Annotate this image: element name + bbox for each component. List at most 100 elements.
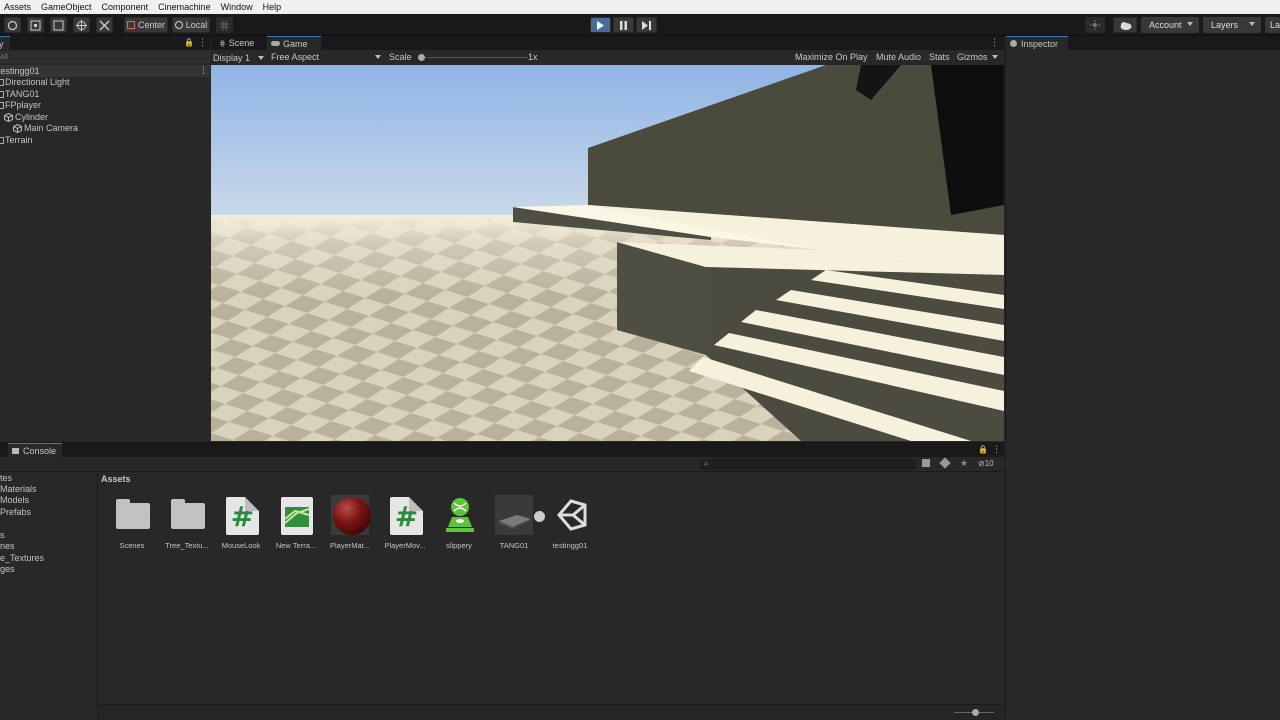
custom-tool-button[interactable] (96, 17, 113, 33)
folder-tree-item[interactable]: s (0, 530, 5, 540)
eye-slash-icon: ⊘ (978, 459, 985, 468)
asset-item-tang01[interactable]: TANG01 (487, 495, 545, 555)
hierarchy-item-label: TANG01 (5, 89, 40, 99)
menu-gameobject[interactable]: GameObject (41, 2, 92, 12)
menu-assets[interactable]: Assets (4, 2, 31, 12)
menu-component[interactable]: Component (102, 2, 149, 12)
menu-cinemachine[interactable]: Cinemachine (158, 2, 211, 12)
account-dropdown[interactable]: Account (1141, 17, 1199, 33)
hierarchy-tabbar: y 🔒 ⋮ (0, 36, 210, 50)
lock-icon[interactable]: 🔒 (184, 38, 194, 47)
tab-scene[interactable]: ⋕ Scene (215, 36, 258, 50)
aspect-dropdown[interactable]: Free Aspect (271, 52, 381, 63)
info-icon (1010, 40, 1017, 47)
hidden-packages-toggle[interactable]: ⊘10 (978, 459, 994, 468)
play-button[interactable] (590, 17, 611, 33)
chevron-down-icon (1249, 22, 1255, 26)
lock-icon[interactable]: 🔒 (978, 445, 988, 454)
project-search-input[interactable]: ⌕ (700, 459, 916, 470)
more-options-icon[interactable]: ⋮ (990, 37, 999, 48)
game-viewport[interactable] (211, 65, 1004, 441)
scale-tool-button[interactable] (27, 17, 44, 33)
layers-label: Layers (1211, 20, 1239, 30)
hierarchy-item-main-camera[interactable]: Main Camera (13, 122, 78, 134)
scale-slider-thumb[interactable] (418, 54, 425, 61)
folder-icon (171, 499, 205, 529)
asset-item-playermovement[interactable]: # PlayerMov... (378, 495, 432, 555)
hash-icon: ⋕ (219, 38, 226, 48)
rect-tool-button[interactable] (50, 17, 67, 33)
chevron-down-icon (992, 55, 998, 59)
tab-scene-label: Scene (228, 38, 255, 48)
model-icon (499, 515, 531, 529)
layers-dropdown[interactable]: Layers (1203, 17, 1261, 33)
hierarchy-item-directional-light[interactable]: Directional Light (0, 76, 70, 88)
tab-inspector[interactable]: Inspector (1006, 36, 1068, 50)
layout-dropdown[interactable]: La (1265, 17, 1280, 33)
star-icon[interactable]: ★ (960, 458, 968, 469)
tab-hierarchy[interactable]: y (0, 36, 10, 50)
hierarchy-item-label: Cylinder (15, 112, 49, 122)
console-title: Console (23, 445, 57, 456)
hierarchy-item-label: Terrain (5, 135, 33, 145)
project-folder-tree: tes Materials Models Prefabs s nes e_Tex… (0, 473, 98, 720)
cloud-button[interactable] (1113, 17, 1137, 33)
pause-button[interactable] (613, 17, 634, 33)
mute-audio-toggle[interactable]: Mute Audio (876, 52, 921, 62)
menu-window[interactable]: Window (221, 2, 253, 12)
hierarchy-search[interactable]: All (0, 51, 210, 63)
icon-size-slider[interactable] (954, 709, 994, 716)
stats-toggle[interactable]: Stats (929, 52, 950, 62)
folder-tree-item[interactable]: Models (0, 495, 29, 505)
folder-tree-item[interactable]: tes (0, 473, 12, 483)
scale-icon (30, 20, 41, 30)
console-icon (12, 447, 19, 454)
tag-icon[interactable] (939, 457, 951, 469)
pivot-local-button[interactable]: Local (172, 17, 210, 33)
display-label: Display 1 (213, 52, 251, 63)
collab-button[interactable] (1085, 17, 1105, 33)
asset-item-mouselook[interactable]: # MouseLook (214, 495, 268, 555)
gizmos-label: Gizmos (957, 52, 988, 62)
more-options-icon[interactable]: ⋮ (198, 37, 207, 48)
transform-tool-button[interactable] (73, 17, 90, 33)
tab-console[interactable]: Console (8, 443, 62, 457)
hierarchy-item-fpplayer[interactable]: FPplayer (0, 99, 41, 111)
rotate-tool-button[interactable] (4, 17, 21, 33)
more-options-icon[interactable]: ⋮ (992, 444, 1001, 455)
assets-breadcrumb[interactable]: Assets (101, 474, 131, 484)
pivot-icon (126, 21, 135, 29)
scale-slider[interactable] (418, 54, 528, 61)
asset-item-tree-textures[interactable]: Tree_Textu... (160, 495, 214, 555)
cloud-icon (1120, 21, 1131, 30)
game-toolbar: Display 1 Free Aspect Scale 1x Maximize … (211, 50, 1004, 65)
hierarchy-item-terrain[interactable]: Terrain (0, 134, 33, 146)
folder-tree-item[interactable]: ges (0, 564, 15, 574)
icon-size-slider-thumb[interactable] (972, 709, 979, 716)
filter-type-icon[interactable] (922, 459, 930, 467)
gameobject-icon (0, 136, 4, 144)
asset-item-playermaterial[interactable]: PlayerMat... (323, 495, 377, 555)
maximize-on-play-toggle[interactable]: Maximize On Play (795, 52, 868, 62)
step-button[interactable] (636, 17, 657, 33)
menu-help[interactable]: Help (263, 2, 282, 12)
pivot-center-button[interactable]: Center (124, 17, 168, 33)
folder-tree-item[interactable]: Materials (0, 484, 37, 494)
scale-value: 1x (528, 52, 538, 62)
asset-item-scenes[interactable]: Scenes (105, 495, 159, 555)
folder-tree-item[interactable]: Prefabs (0, 507, 31, 517)
console-tabbar: Console 🔒 ⋮ (0, 443, 1004, 457)
display-dropdown[interactable]: Display 1 (213, 52, 265, 63)
gizmos-dropdown[interactable]: Gizmos (957, 52, 1001, 63)
asset-item-testingg01[interactable]: testingg01 (543, 495, 597, 555)
asset-item-new-terrain[interactable]: New Terra... (269, 495, 323, 555)
asset-item-slippery[interactable]: slippery (432, 495, 486, 555)
grid-snap-button[interactable] (216, 17, 233, 33)
asset-name: PlayerMat... (329, 541, 370, 550)
hierarchy-search-placeholder: All (0, 54, 8, 61)
folder-tree-item[interactable]: e_Textures (0, 553, 44, 563)
tab-game[interactable]: Game (267, 36, 321, 50)
inspector-panel: Inspector (1005, 36, 1280, 720)
more-options-icon[interactable]: ⋮ (199, 65, 208, 76)
folder-tree-item[interactable]: nes (0, 541, 15, 551)
